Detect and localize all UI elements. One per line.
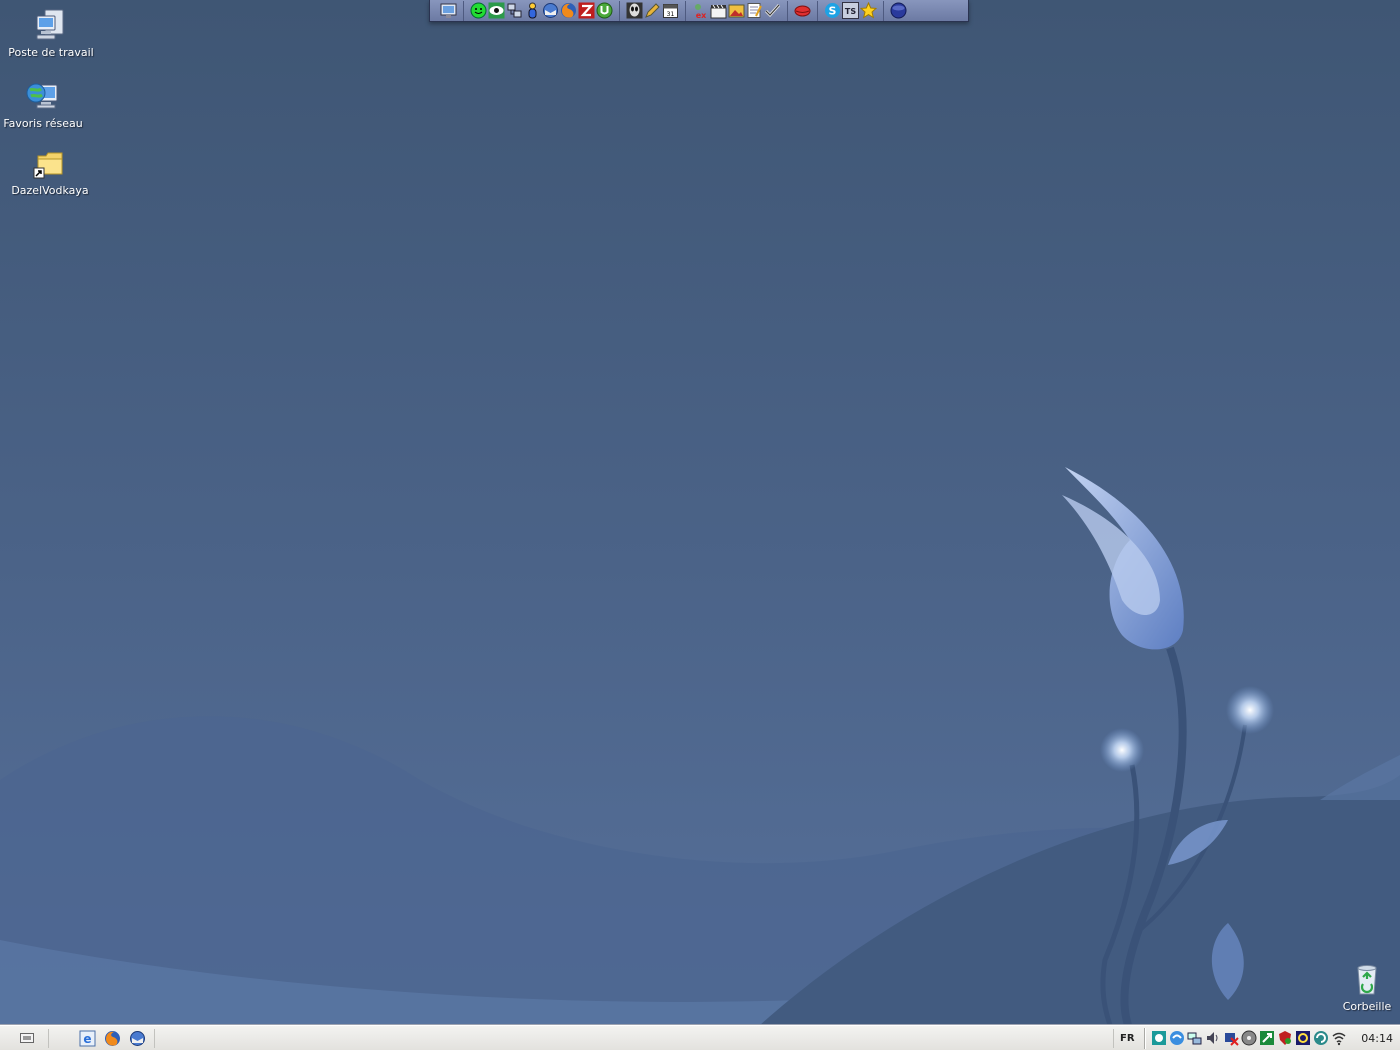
taskbar-quicklaunch: e (71, 1028, 155, 1048)
messenger-icon[interactable] (524, 2, 541, 19)
desktop: Poste de travail Favoris réseau DazelVod… (0, 0, 1400, 1025)
wallpaper (0, 467, 1400, 1025)
network-places-icon (26, 83, 58, 109)
ts-icon[interactable]: TS (842, 2, 859, 19)
window-icon (20, 1033, 34, 1043)
tray-download-icon[interactable] (1259, 1030, 1275, 1046)
star-icon[interactable] (860, 2, 877, 19)
eye-icon[interactable] (488, 2, 505, 19)
tray-app2-icon[interactable] (1169, 1030, 1185, 1046)
pen-tool-icon[interactable] (644, 2, 661, 19)
desktop-icon-label: DazelVodkaya (11, 184, 89, 197)
tray-disc-icon[interactable] (1241, 1030, 1257, 1046)
desktop-icon-label: Poste de travail (8, 46, 94, 59)
display-settings-icon[interactable] (440, 2, 457, 19)
recycle-bin-icon (1357, 965, 1377, 995)
tray-monitor-icon[interactable] (1295, 1030, 1311, 1046)
top-quicklaunch-bar: 31 ex S TS (429, 0, 969, 22)
image-editor-icon[interactable] (728, 2, 745, 19)
alien-icon[interactable] (626, 2, 643, 19)
desktop-icon-label: Corbeille (1342, 1000, 1392, 1013)
tray-network-icon[interactable] (1187, 1030, 1203, 1046)
globe-icon[interactable] (890, 2, 907, 19)
calendar-icon[interactable]: 31 (662, 2, 679, 19)
ql-group (434, 0, 464, 21)
ex-tool-icon[interactable]: ex (692, 2, 709, 19)
taskbar-window-list[interactable] (155, 1029, 1113, 1048)
firefox-icon[interactable] (104, 1030, 121, 1047)
svg-text:ex: ex (696, 11, 707, 19)
clapper-icon[interactable] (710, 2, 727, 19)
folder-shortcut-icon (33, 152, 63, 179)
desktop-icon-label: Favoris réseau (3, 117, 83, 130)
svg-text:e: e (83, 1032, 91, 1046)
filezilla-icon[interactable] (578, 2, 595, 19)
ql-group (788, 0, 818, 21)
desktop-icon-my-computer[interactable]: Poste de travail (3, 8, 99, 59)
ql-group (884, 1, 913, 21)
tray-update-icon[interactable] (1313, 1030, 1329, 1046)
skype-icon[interactable]: S (824, 2, 841, 19)
lips-icon[interactable] (794, 2, 811, 19)
firefox-icon[interactable] (560, 2, 577, 19)
desktop-icon-network-places[interactable]: Favoris réseau (0, 79, 91, 130)
ie-icon[interactable]: e (79, 1030, 96, 1047)
thunderbird-icon[interactable] (542, 2, 559, 19)
utorrent-icon[interactable] (596, 2, 613, 19)
ql-group: 31 (620, 0, 686, 21)
tray-volume-icon[interactable] (1205, 1030, 1221, 1046)
desktop-icon-recycle-bin[interactable]: Corbeille (1319, 962, 1400, 1013)
tray-shield-icon[interactable] (1277, 1030, 1293, 1046)
network-tool-icon[interactable] (506, 2, 523, 19)
svg-text:31: 31 (667, 11, 675, 18)
clock[interactable]: 04:14 (1353, 1032, 1400, 1045)
check-tool-icon[interactable] (764, 2, 781, 19)
my-computer-icon (36, 9, 64, 40)
ql-group (464, 0, 620, 21)
notepad-icon[interactable] (746, 2, 763, 19)
tray-wifi-icon[interactable] (1331, 1030, 1347, 1046)
svg-text:TS: TS (845, 7, 856, 16)
system-tray (1144, 1027, 1353, 1049)
language-indicator[interactable]: FR (1113, 1028, 1140, 1048)
tray-security-icon[interactable] (1223, 1030, 1240, 1046)
thunderbird-icon[interactable] (129, 1030, 146, 1047)
ql-group: S TS (818, 0, 884, 21)
ql-group: ex (686, 0, 788, 21)
desktop-icon-dazelvodkaya[interactable]: DazelVodkaya (2, 146, 98, 197)
tray-app1-icon[interactable] (1151, 1030, 1167, 1046)
taskbar: e FR 04:14 (0, 1025, 1400, 1050)
green-smiley-icon[interactable] (470, 2, 487, 19)
show-desktop-button[interactable] (6, 1028, 49, 1048)
svg-text:S: S (829, 5, 837, 18)
